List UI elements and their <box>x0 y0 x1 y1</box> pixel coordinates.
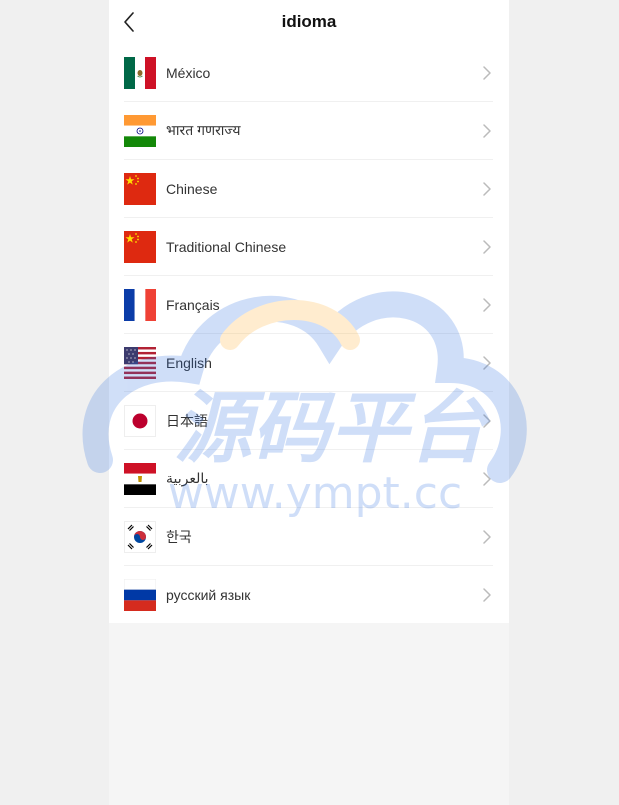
header: idioma <box>109 0 509 44</box>
korea-flag-icon <box>124 520 156 553</box>
language-label: русский язык <box>166 586 251 603</box>
chevron-right-icon <box>483 355 491 370</box>
language-item-chinese[interactable]: Chinese <box>124 160 493 218</box>
page-title: idioma <box>281 12 337 31</box>
chevron-right-icon <box>483 297 491 312</box>
usa-flag-icon <box>124 346 156 379</box>
language-label: Chinese <box>166 180 218 197</box>
language-label: México <box>166 64 211 81</box>
language-list: México भारत गणराज्य Chinese Traditional … <box>109 44 509 623</box>
chevron-right-icon <box>483 239 491 254</box>
language-item-india[interactable]: भारत गणराज्य <box>124 102 493 160</box>
language-item-arabic[interactable]: بالعربية <box>124 450 493 508</box>
language-item-japanese[interactable]: 日本語 <box>124 392 493 450</box>
japan-flag-icon <box>124 404 156 437</box>
language-item-traditional-chinese[interactable]: Traditional Chinese <box>124 218 493 276</box>
france-flag-icon <box>124 288 156 321</box>
chevron-right-icon <box>483 123 491 138</box>
language-label: Français <box>166 296 220 313</box>
language-item-russian[interactable]: русский язык <box>124 566 493 623</box>
egypt-flag-icon <box>124 462 156 495</box>
chevron-right-icon <box>483 587 491 602</box>
chevron-right-icon <box>483 181 491 196</box>
india-flag-icon <box>124 114 156 147</box>
chevron-right-icon <box>483 529 491 544</box>
language-item-english[interactable]: English <box>124 334 493 392</box>
language-item-french[interactable]: Français <box>124 276 493 334</box>
russia-flag-icon <box>124 578 156 611</box>
mexico-flag-icon <box>124 56 156 89</box>
china-flag-icon <box>124 172 156 205</box>
language-label: 日本語 <box>166 412 208 429</box>
language-item-korean[interactable]: 한국 <box>124 508 493 566</box>
language-label: 한국 <box>166 528 192 545</box>
chevron-right-icon <box>483 471 491 486</box>
china-flag-icon <box>124 230 156 263</box>
language-label: Traditional Chinese <box>166 238 287 255</box>
language-label: English <box>166 354 212 371</box>
language-label: भारत गणराज्य <box>166 122 241 138</box>
chevron-right-icon <box>483 65 491 80</box>
chevron-right-icon <box>483 413 491 428</box>
language-item-mexico[interactable]: México <box>124 44 493 102</box>
language-screen: idioma México भारत गणराज्य Chinese Tradi… <box>109 0 509 805</box>
language-label: بالعربية <box>166 470 209 486</box>
